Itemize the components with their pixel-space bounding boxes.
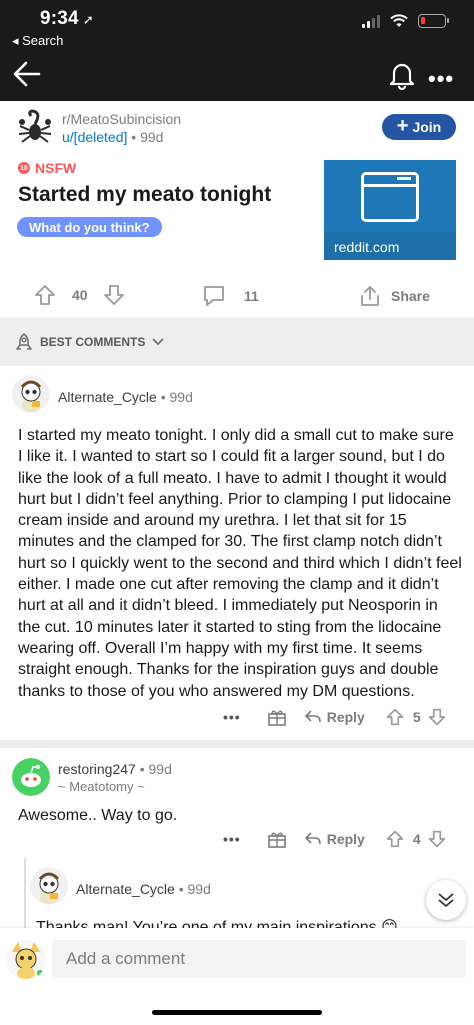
thread-line[interactable] — [24, 858, 26, 938]
current-user-avatar[interactable] — [6, 940, 46, 980]
comment-icon — [204, 286, 224, 306]
comment-age-sep: • — [160, 389, 170, 405]
nsfw-label: NSFW — [35, 160, 77, 176]
upvote-icon[interactable] — [34, 284, 56, 306]
comment-age: 99d — [148, 761, 172, 777]
comment-vote-count: 5 — [412, 709, 421, 725]
home-indicator[interactable] — [152, 1010, 322, 1015]
top-bar: 9:34 ➚ ◂ Search ••• — [0, 0, 474, 101]
share-label: Share — [391, 288, 430, 304]
commenter-avatar[interactable] — [30, 867, 68, 905]
post-age: 99d — [140, 129, 164, 145]
join-label: Join — [412, 119, 442, 135]
nsfw-tag: 18 NSFW — [18, 160, 76, 176]
comment-downvote-icon[interactable] — [428, 708, 446, 726]
link-domain: reddit.com — [334, 239, 400, 255]
bell-icon[interactable] — [388, 60, 416, 90]
nsfw-18-icon: 18 — [18, 162, 30, 174]
reply-icon[interactable] — [304, 831, 322, 847]
comment-age: 99d — [187, 881, 211, 897]
award-icon[interactable] — [267, 829, 287, 849]
comment-age-sep: • — [178, 881, 188, 897]
join-button[interactable]: + Join — [382, 114, 456, 140]
meta-dot: • — [131, 129, 141, 145]
reply-button[interactable]: Reply — [327, 831, 365, 847]
battery-icon — [418, 14, 449, 28]
rocket-icon — [16, 333, 32, 350]
reply-icon[interactable] — [304, 709, 322, 725]
comment-author-line: Alternate_Cycle • 99d — [58, 389, 193, 405]
comment-actions: ••• Reply 5 — [223, 707, 446, 727]
comment-age: 99d — [169, 389, 193, 405]
comment-author-line: Alternate_Cycle • 99d — [76, 881, 211, 897]
share-icon — [361, 286, 379, 306]
status-time: 9:34 ➚ — [40, 8, 94, 29]
cellular-signal-icon — [362, 14, 380, 28]
reply-button[interactable]: Reply — [327, 709, 365, 725]
downvote-icon[interactable] — [103, 284, 125, 306]
post-meta: u/[deleted] • 99d — [62, 129, 163, 145]
status-icons — [362, 14, 449, 28]
comment-downvote-icon[interactable] — [428, 830, 446, 848]
double-chevron-down-icon — [438, 893, 454, 907]
post-title: Started my meato tonight — [18, 183, 272, 206]
comment-upvote-icon[interactable] — [386, 830, 404, 848]
subreddit-avatar[interactable] — [16, 108, 54, 146]
chevron-down-icon — [152, 338, 164, 346]
subreddit-name[interactable]: r/MeatoSubincision — [62, 111, 181, 127]
back-to-search[interactable]: ◂ Search — [12, 33, 63, 49]
location-arrow-icon: ➚ — [82, 12, 94, 27]
commenter-avatar[interactable] — [12, 375, 50, 413]
collapse-thread-button[interactable] — [426, 880, 466, 920]
post-author[interactable]: u/[deleted] — [62, 129, 127, 145]
back-arrow-icon[interactable] — [12, 60, 42, 88]
user-flair: ~ Meatotomy ~ — [58, 779, 145, 794]
award-icon[interactable] — [267, 707, 287, 727]
post-vote-group: 40 — [34, 284, 125, 306]
comment-more-icon[interactable]: ••• — [223, 831, 241, 847]
comment-separator — [0, 740, 474, 748]
comment-age-sep: • — [139, 761, 149, 777]
comment-author-line: restoring247 • 99d — [58, 761, 172, 777]
comment-actions: ••• Reply 4 — [223, 829, 446, 849]
comment-vote-count: 4 — [412, 831, 421, 847]
comment-body: I started my meato tonight. I only did a… — [18, 427, 462, 700]
link-preview[interactable]: reddit.com — [324, 160, 456, 260]
comment-more-icon[interactable]: ••• — [223, 709, 241, 725]
comment-body-partial: Thanks man! You’re one of my main inspir… — [36, 919, 398, 928]
comment-author[interactable]: restoring247 — [58, 761, 136, 777]
wifi-icon — [390, 14, 408, 27]
sort-label: BEST COMMENTS — [40, 335, 146, 349]
post-vote-count: 40 — [72, 287, 88, 303]
post-flair[interactable]: What do you think? — [17, 217, 162, 237]
comments-button[interactable]: 11 — [202, 284, 259, 308]
share-button[interactable]: Share — [358, 284, 430, 308]
plus-icon: + — [396, 115, 409, 137]
sort-dropdown[interactable]: BEST COMMENTS — [14, 332, 165, 352]
add-comment-input[interactable]: Add a comment — [52, 940, 466, 978]
comment-upvote-icon[interactable] — [386, 708, 404, 726]
browser-window-icon — [361, 172, 419, 222]
comment-body: Awesome.. Way to go. — [18, 807, 178, 824]
comment-count: 11 — [244, 288, 259, 304]
comment-author[interactable]: Alternate_Cycle — [58, 389, 157, 405]
commenter-avatar-snoo[interactable] — [12, 758, 50, 796]
comment-author[interactable]: Alternate_Cycle — [76, 881, 175, 897]
more-options-icon[interactable]: ••• — [428, 66, 454, 92]
post-actions: 40 11 Share — [0, 282, 474, 310]
